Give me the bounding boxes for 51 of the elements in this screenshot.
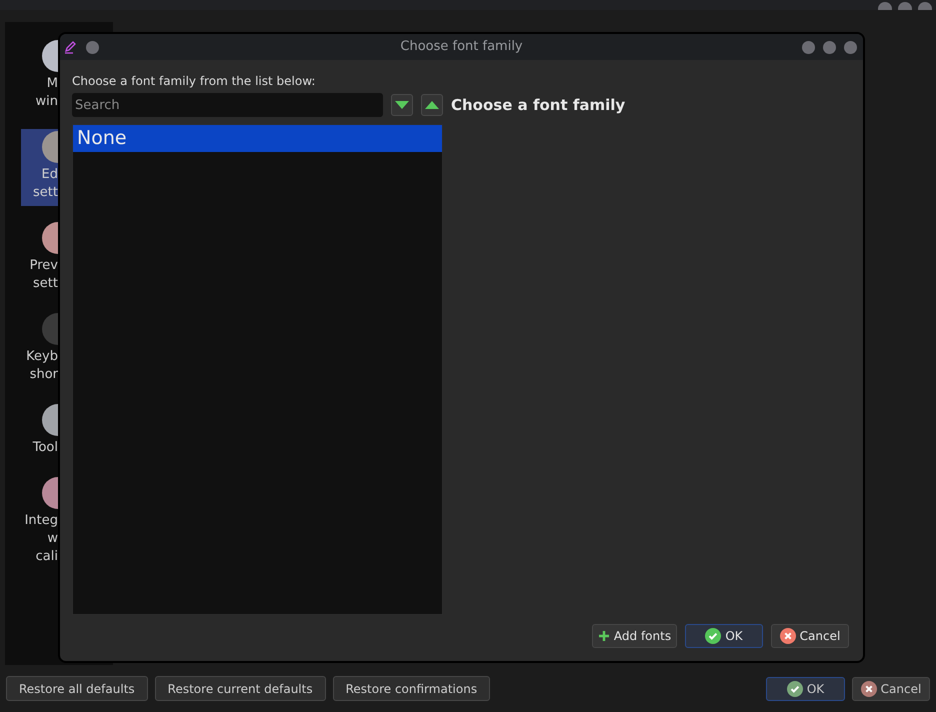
sidebar-item-label: M [46, 75, 58, 93]
font-list-item[interactable]: None [73, 125, 442, 152]
window-control[interactable] [802, 40, 815, 54]
sidebar-item-label: Keyb [26, 348, 58, 366]
dialog-title: Choose font family [400, 38, 523, 56]
sidebar-item[interactable]: M win [21, 38, 58, 115]
sidebar-item-label: Prev [30, 257, 58, 275]
prompt-text: Choose a font family from the list below: [72, 73, 316, 90]
plus-icon [598, 630, 610, 642]
sidebar-item-icon [42, 222, 58, 254]
restore-button[interactable]: Restore all defaults [6, 676, 148, 701]
down-triangle-icon [395, 101, 409, 109]
sidebar-item-label: win [36, 93, 58, 111]
window-control[interactable] [823, 40, 836, 54]
font-preview-heading: Choose a font family [451, 94, 626, 116]
cancel-icon [780, 628, 796, 644]
sidebar-item-label: Tool [32, 439, 58, 457]
restore-button[interactable]: Restore confirmations [332, 676, 490, 701]
sidebar-item-label: Integ [24, 512, 58, 530]
ok-button[interactable]: OK [766, 676, 845, 700]
cancel-button[interactable]: Cancel [852, 676, 930, 700]
restore-button[interactable]: Restore current defaults [154, 676, 326, 701]
sidebar-item-icon [42, 40, 58, 72]
sidebar-item-label: Ed [42, 166, 58, 184]
check-icon [705, 628, 722, 644]
ok-button[interactable]: OK [685, 624, 763, 648]
sidebar-item[interactable]: Tool [21, 402, 58, 461]
sidebar-item-label: shor [30, 366, 58, 384]
window-control[interactable] [844, 40, 857, 54]
sidebar-item-icon [42, 313, 58, 345]
sidebar-item-icon [42, 477, 58, 509]
sidebar-item-label: sett [33, 184, 58, 202]
up-triangle-icon [425, 101, 439, 109]
sidebar-item[interactable]: Ed sett [21, 129, 58, 206]
down-button[interactable] [391, 94, 413, 116]
window-control[interactable] [86, 40, 99, 54]
sidebar-item[interactable]: Integ w cali [21, 475, 58, 570]
sidebar-item-label: w [47, 530, 58, 548]
sidebar-item-icon [42, 131, 58, 163]
add-button[interactable]: Add fonts [592, 624, 677, 648]
sidebar-item-label: cali [36, 548, 58, 566]
cancel-icon [860, 680, 877, 696]
sidebar-item[interactable]: Prev sett [21, 220, 58, 297]
sidebar-item[interactable]: Keyb shor [21, 311, 58, 388]
sidebar-item-icon [42, 404, 58, 436]
up-button[interactable] [421, 94, 443, 116]
sidebar-item-label: sett [33, 275, 58, 293]
pen-icon [64, 40, 78, 54]
search-field[interactable]: Search [72, 93, 383, 117]
cancel-button[interactable]: Cancel [771, 624, 849, 648]
check-icon [786, 680, 803, 696]
